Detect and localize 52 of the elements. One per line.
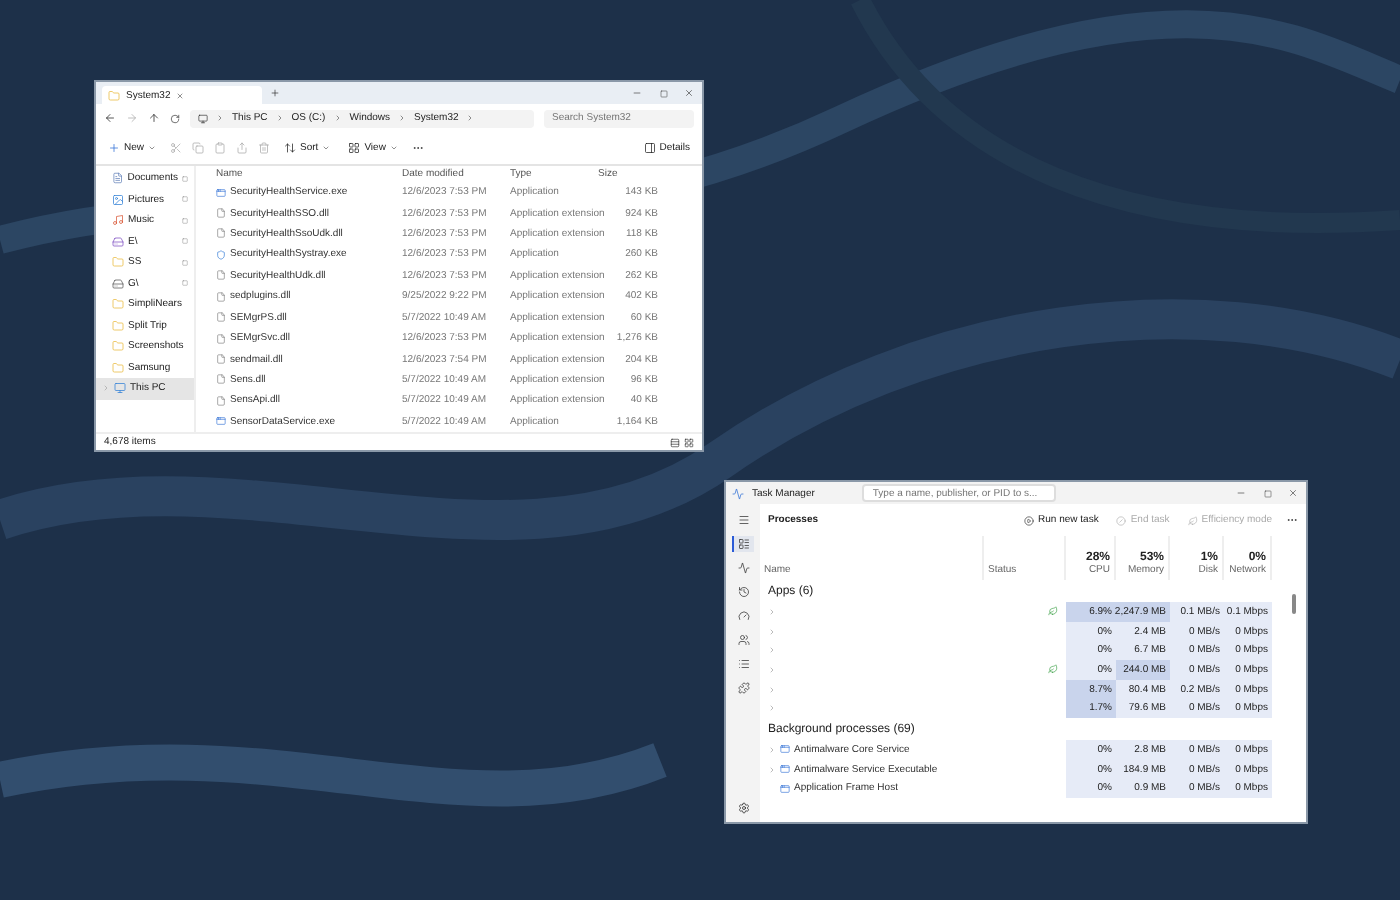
tiles-view-icon[interactable]: [684, 437, 694, 447]
application-icon: [216, 416, 226, 427]
leaf-icon: [1048, 606, 1058, 617]
history-icon: [738, 586, 750, 598]
file-icon: [216, 374, 226, 385]
new-tab-icon[interactable]: [270, 88, 280, 98]
nav-button[interactable]: [732, 632, 754, 648]
application-icon: [780, 744, 790, 755]
cut-icon[interactable]: [170, 142, 183, 154]
settings-icon[interactable]: [737, 802, 749, 814]
run-icon: [1024, 515, 1035, 525]
puzzle-icon: [738, 682, 750, 694]
block-icon: [1116, 515, 1127, 525]
monitor-icon: [198, 113, 208, 123]
application-icon: [780, 764, 790, 775]
task-manager-icon: [732, 487, 744, 499]
delete-icon[interactable]: [258, 142, 271, 154]
file-icon: [216, 270, 226, 281]
file-icon: [216, 395, 226, 406]
gauge-icon: [738, 610, 750, 622]
file-icon: [216, 228, 226, 239]
menu-icon: [738, 514, 750, 526]
file-icon: [216, 312, 226, 323]
shield-icon: [216, 249, 226, 260]
users-icon: [738, 634, 750, 646]
back-icon[interactable]: [104, 112, 116, 124]
view-icon: [348, 142, 361, 154]
nav-button[interactable]: [732, 536, 754, 552]
application-icon: [780, 783, 790, 794]
file-icon: [216, 354, 226, 365]
leaf-icon: [1048, 664, 1058, 675]
leaf-icon: [1187, 515, 1198, 525]
file-icon: [216, 333, 226, 344]
details-pane-icon: [643, 142, 656, 154]
nav-button[interactable]: [732, 680, 754, 696]
processes-icon: [738, 538, 750, 550]
plus-icon: [108, 142, 120, 154]
application-icon: [216, 187, 226, 198]
nav-button[interactable]: [732, 608, 754, 624]
maximize-icon: [659, 89, 667, 97]
share-icon[interactable]: [236, 142, 249, 154]
sort-icon: [284, 142, 297, 154]
maximize-icon: [1263, 489, 1271, 497]
file-icon: [216, 291, 226, 302]
up-icon[interactable]: [148, 112, 160, 124]
refresh-icon[interactable]: [170, 113, 180, 123]
minimize-icon: [632, 88, 642, 98]
details-view-icon[interactable]: [670, 437, 680, 447]
performance-icon: [738, 562, 750, 574]
list-icon: [738, 658, 750, 670]
file-icon: [216, 208, 226, 219]
minimize-icon: [1236, 488, 1246, 498]
